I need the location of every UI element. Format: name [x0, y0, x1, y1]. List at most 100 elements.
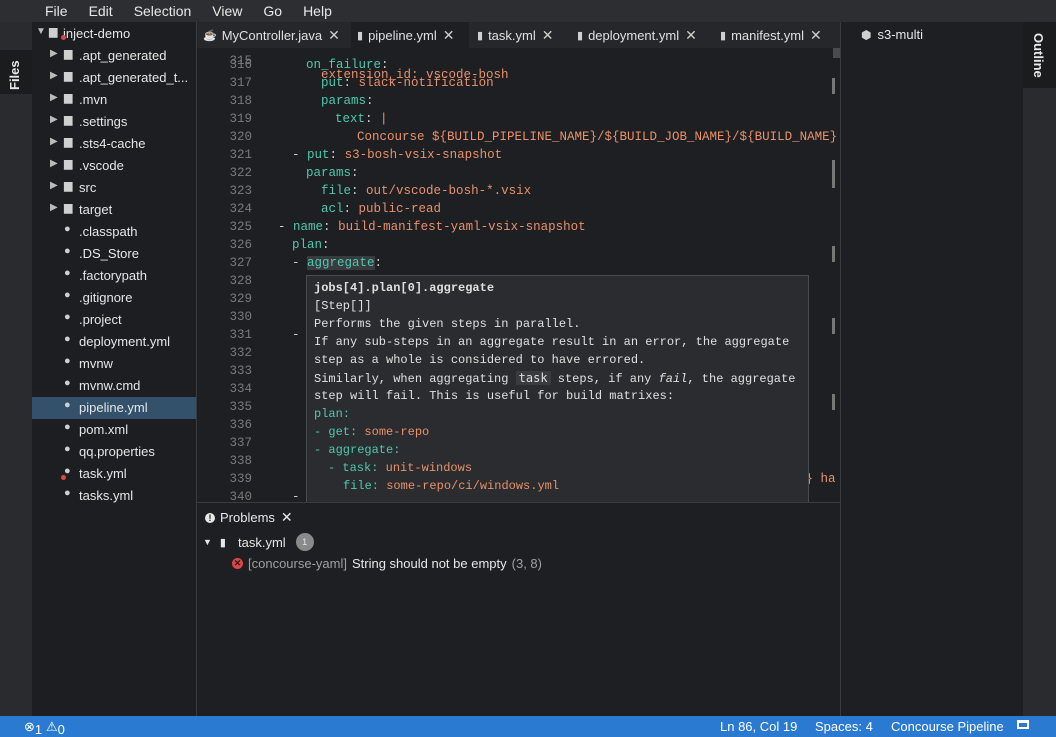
code-text: file: out/vscode-bosh-*.vsix	[321, 184, 532, 198]
tree-item[interactable]: ▶ ▆ .apt_generated_t...	[32, 67, 196, 89]
cursor-position[interactable]: Ln 86, Col 19	[720, 719, 797, 734]
tree-item[interactable]: ● pom.xml	[32, 419, 196, 441]
folder-icon: ▆	[64, 158, 73, 170]
tree-item[interactable]: ▶ ▆ target	[32, 199, 196, 221]
line-number: 329	[229, 292, 252, 306]
folder-icon: ▆	[64, 136, 73, 148]
tree-item[interactable]: ▶ ▆ .mvn	[32, 89, 196, 111]
menu-file[interactable]: File	[45, 0, 68, 22]
close-icon[interactable]: ✕	[443, 27, 455, 44]
tab-mycontroller-java[interactable]: ☕ MyController.java ✕	[203, 22, 340, 48]
tree-item-label: mvnw.cmd	[79, 378, 141, 393]
tree-item[interactable]: ● .classpath	[32, 221, 196, 243]
tree-item[interactable]: ● qq.properties	[32, 441, 196, 463]
file-icon: ●	[64, 377, 71, 389]
chevron-right-icon[interactable]: ▶	[50, 202, 58, 213]
file-icon: ●	[64, 333, 71, 345]
tree-item[interactable]: ▶ ▆ .apt_generated	[32, 45, 196, 67]
close-icon[interactable]: ✕	[685, 27, 697, 44]
code-line: 316 on_failure:	[197, 58, 840, 76]
code-text: on_failure:	[306, 58, 389, 72]
editor-scrollbar[interactable]	[829, 48, 840, 502]
hover-path: jobs[4].plan[0].aggregate	[314, 281, 495, 295]
outline-item[interactable]: ⬢ s3-multi	[861, 27, 923, 42]
chevron-down-icon[interactable]: ▼	[36, 26, 46, 37]
panel-toggle-icon[interactable]	[1017, 720, 1029, 729]
menu-view[interactable]: View	[212, 0, 242, 22]
hover-desc: Similarly, when aggregating task steps, …	[314, 371, 795, 389]
tree-item[interactable]: ▶ ▆ src	[32, 177, 196, 199]
menu-go[interactable]: Go	[263, 0, 282, 22]
tree-item[interactable]: ● .factorypath	[32, 265, 196, 287]
hover-example: plan:	[314, 407, 351, 421]
problems-panel: ▼ ▮ task.yml 1 ✕ [concourse-yaml] String…	[197, 528, 840, 716]
hover-type: [Step[]]	[314, 299, 372, 313]
line-number: 326	[229, 238, 252, 252]
chevron-down-icon[interactable]: ▼	[203, 537, 212, 547]
files-tab[interactable]: Files	[0, 50, 32, 94]
menu-edit[interactable]: Edit	[89, 0, 113, 22]
file-icon: ●	[64, 311, 71, 323]
menu-selection[interactable]: Selection	[134, 0, 192, 22]
hover-code: task	[515, 371, 551, 385]
tab-pipeline-yml[interactable]: ▮ pipeline.yml ✕	[351, 22, 469, 48]
code-line: 320 Concourse ${BUILD_PIPELINE_NAME}/${BU…	[197, 130, 840, 148]
chevron-right-icon[interactable]: ▶	[50, 136, 58, 147]
tree-item[interactable]: ● .DS_Store	[32, 243, 196, 265]
close-icon[interactable]: ✕	[542, 27, 554, 44]
tree-item[interactable]: ● pipeline.yml	[32, 397, 196, 419]
chevron-right-icon[interactable]: ▶	[50, 158, 58, 169]
close-icon[interactable]: ✕	[281, 509, 293, 526]
tab-deployment-yml[interactable]: ▮ deployment.yml ✕	[577, 22, 697, 48]
code-text: - name: build-manifest-yaml-vsix-snapsho…	[278, 220, 586, 234]
tree-item-label: task.yml	[79, 466, 127, 481]
error-badge-icon	[61, 475, 66, 480]
chevron-right-icon[interactable]: ▶	[50, 114, 58, 125]
line-number: 333	[229, 364, 252, 378]
outline-item-label: s3-multi	[877, 27, 923, 42]
menu-help[interactable]: Help	[303, 0, 332, 22]
line-number: 332	[229, 346, 252, 360]
tree-item[interactable]: ● deployment.yml	[32, 331, 196, 353]
line-number: 322	[229, 166, 252, 180]
tree-item[interactable]: ● mvnw	[32, 353, 196, 375]
scroll-thumb[interactable]	[833, 48, 840, 58]
yaml-file-icon: ▮	[477, 29, 484, 42]
overview-mark	[832, 318, 835, 334]
outline-tab[interactable]: Outline	[1023, 22, 1056, 88]
tree-item[interactable]: ▶ ▆ .sts4-cache	[32, 133, 196, 155]
tab-task-yml[interactable]: ▮ task.yml ✕	[477, 22, 553, 48]
tree-item[interactable]: ● .gitignore	[32, 287, 196, 309]
chevron-right-icon[interactable]: ▶	[50, 48, 58, 59]
overview-mark	[832, 394, 835, 410]
warning-count[interactable]: ⚠ 0	[46, 719, 65, 737]
close-icon[interactable]: ✕	[810, 27, 822, 44]
tree-item[interactable]: ● tasks.yml	[32, 485, 196, 507]
error-count[interactable]: ⊗ 1	[24, 719, 42, 737]
menu-bar: File Edit Selection View Go Help	[0, 0, 1056, 22]
file-icon: ●	[64, 289, 71, 301]
outline-tab-label: Outline	[1031, 33, 1046, 78]
tree-item[interactable]: ▶ ▆ .vscode	[32, 155, 196, 177]
tree-item-label: mvnw	[79, 356, 113, 371]
chevron-right-icon[interactable]: ▶	[50, 70, 58, 81]
indentation[interactable]: Spaces: 4	[815, 719, 873, 734]
tab-manifest-yml[interactable]: ▮ manifest.yml ✕	[720, 22, 822, 48]
tree-item[interactable]: ▶ ▆ .settings	[32, 111, 196, 133]
problem-file-row[interactable]: ▼ ▮ task.yml 1	[203, 533, 314, 551]
problems-tab[interactable]: ! Problems ✕	[205, 509, 293, 526]
problem-row[interactable]: ✕ [concourse-yaml] String should not be …	[232, 554, 542, 572]
tree-item[interactable]: ● task.yml	[32, 463, 196, 485]
tree-item-label: .mvn	[79, 92, 108, 107]
code-line: 326 plan:	[197, 238, 840, 256]
tree-item[interactable]: ● mvnw.cmd	[32, 375, 196, 397]
hover-desc: step as a whole is considered to have er…	[314, 353, 646, 367]
close-icon[interactable]: ✕	[328, 27, 340, 44]
chevron-right-icon[interactable]: ▶	[50, 180, 58, 191]
line-number: 319	[229, 112, 252, 126]
tree-item[interactable]: ● .project	[32, 309, 196, 331]
chevron-right-icon[interactable]: ▶	[50, 92, 58, 103]
tree-item-label: src	[79, 180, 97, 195]
tree-root[interactable]: ▼ ▆ inject-demo	[32, 23, 196, 45]
language-mode[interactable]: Concourse Pipeline	[891, 719, 1004, 734]
